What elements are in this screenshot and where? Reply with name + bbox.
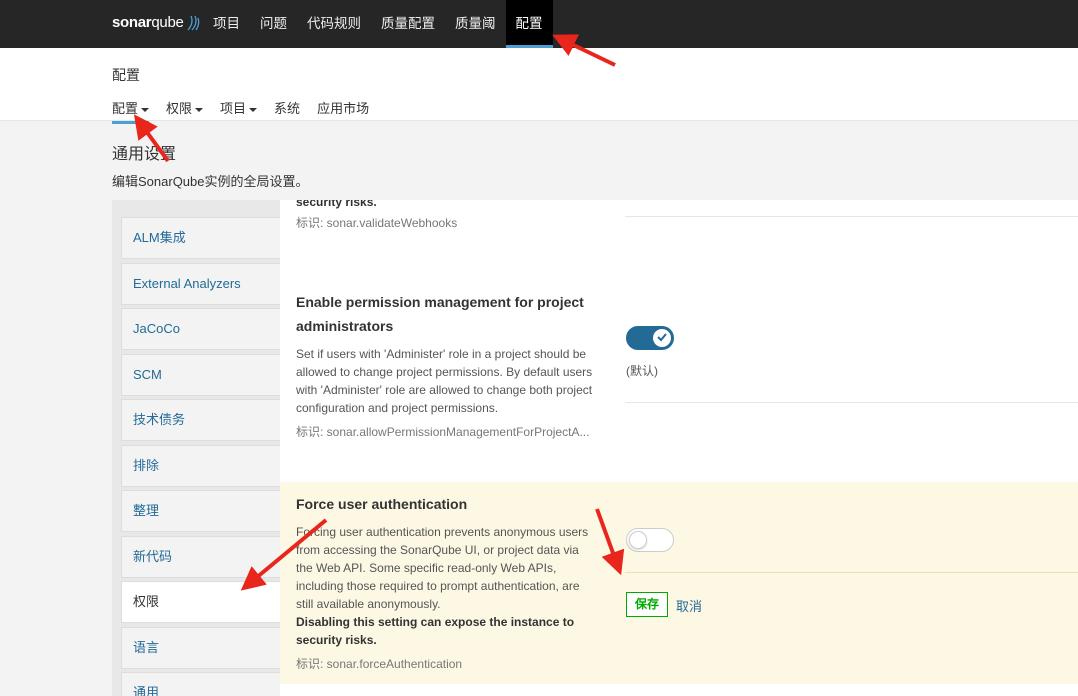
category-list: ALM集成 External Analyzers JaCoCo SCM 技术债务… [112,200,280,696]
category-item[interactable]: 整理 [121,490,280,532]
category-item[interactable]: 排除 [121,445,280,487]
prev-setting-key: 标识: sonar.validateWebhooks [296,216,458,230]
caret-down-icon [141,107,150,112]
category-item[interactable]: JaCoCo [121,308,280,350]
check-icon [657,333,667,342]
page-header: 配置 配置 权限 项目 系统 应用市场 [0,48,1078,124]
toggle-knob [629,531,647,549]
setting-desc: Set if users with 'Administer' role in a… [296,347,587,361]
setting-desc: configuration and project permissions. [296,401,499,415]
nav-administration[interactable]: 配置 [505,0,553,48]
divider [625,572,1078,573]
logo-text-qube: qube [151,14,184,31]
category-item[interactable]: 语言 [121,627,280,669]
page-title: 配置 [112,67,140,83]
save-button[interactable]: 保存 [626,592,668,617]
category-item[interactable]: 技术债务 [121,399,280,441]
subnav-security[interactable]: 权限 [166,98,204,124]
setting-key: 标识: sonar.forceAuthentication [296,657,463,671]
section-title: 通用设置 [112,146,177,163]
subnav-configuration[interactable]: 配置 [112,98,150,124]
subnav-projects-label: 项目 [220,101,247,116]
caret-down-icon [195,107,204,112]
admin-subnav: 配置 权限 项目 系统 应用市场 [112,98,386,124]
setting-warning: Disabling this setting can expose the in… [296,615,575,629]
setting-title-cont: administrators [296,318,394,334]
subnav-security-label: 权限 [166,101,193,116]
category-item-permissions[interactable]: 权限 [121,581,280,623]
category-item[interactable]: SCM [121,354,280,396]
toggle-knob [653,329,671,347]
nav-quality-profiles[interactable]: 质量配置 [371,0,445,48]
subnav-configuration-label: 配置 [112,101,139,116]
setting-title: Force user authentication [296,496,468,512]
nav-projects[interactable]: 项目 [203,0,250,48]
main-menu: 项目 问题 代码规则 质量配置 质量阈 配置 [203,0,553,48]
category-item[interactable]: ALM集成 [121,217,280,259]
setting-desc: still available anonymously. [296,597,441,611]
subnav-system[interactable]: 系统 [274,98,300,124]
permission-management-toggle[interactable] [626,326,674,350]
setting-warning: security risks. [296,633,377,647]
divider [625,216,1078,217]
caret-down-icon [249,107,258,112]
setting-desc: allowed to change project permissions. B… [296,365,593,379]
setting-desc: from accessing the SonarQube UI, or proj… [296,543,579,557]
default-note: (默认) [626,364,658,378]
subnav-projects[interactable]: 项目 [220,98,258,124]
setting-desc: including those required to prompt authe… [296,579,580,593]
logo-text-sonar: sonar [112,14,152,31]
setting-desc: with 'Administer' role are allowed to ch… [296,383,593,397]
category-item[interactable]: 通用 [121,672,280,696]
setting-desc: the Web API. Some specific read-only Web… [296,561,557,575]
top-navbar: sonar qube 项目 问题 代码规则 质量配置 质量阈 配置 [0,0,1078,48]
divider [625,402,1078,403]
setting-title: Enable permission management for project [296,294,584,310]
sonarqube-logo[interactable]: sonar qube [112,14,200,31]
category-item[interactable]: External Analyzers [121,263,280,305]
logo-waves-icon [187,15,199,30]
category-item[interactable]: 新代码 [121,536,280,578]
settings-panel: security risks. 标识: sonar.validateWebhoo… [280,200,1078,696]
cancel-link[interactable]: 取消 [676,596,702,615]
force-auth-toggle[interactable] [626,528,674,552]
setting-desc: Forcing user authentication prevents ano… [296,525,589,539]
nav-rules[interactable]: 代码规则 [297,0,371,48]
nav-issues[interactable]: 问题 [250,0,297,48]
subnav-marketplace[interactable]: 应用市场 [317,98,369,124]
prev-setting-text: security risks. [296,200,377,209]
section-description: 编辑SonarQube实例的全局设置。 [112,174,309,189]
nav-quality-gates[interactable]: 质量阈 [445,0,506,48]
setting-key: 标识: sonar.allowPermissionManagementForPr… [296,425,590,439]
